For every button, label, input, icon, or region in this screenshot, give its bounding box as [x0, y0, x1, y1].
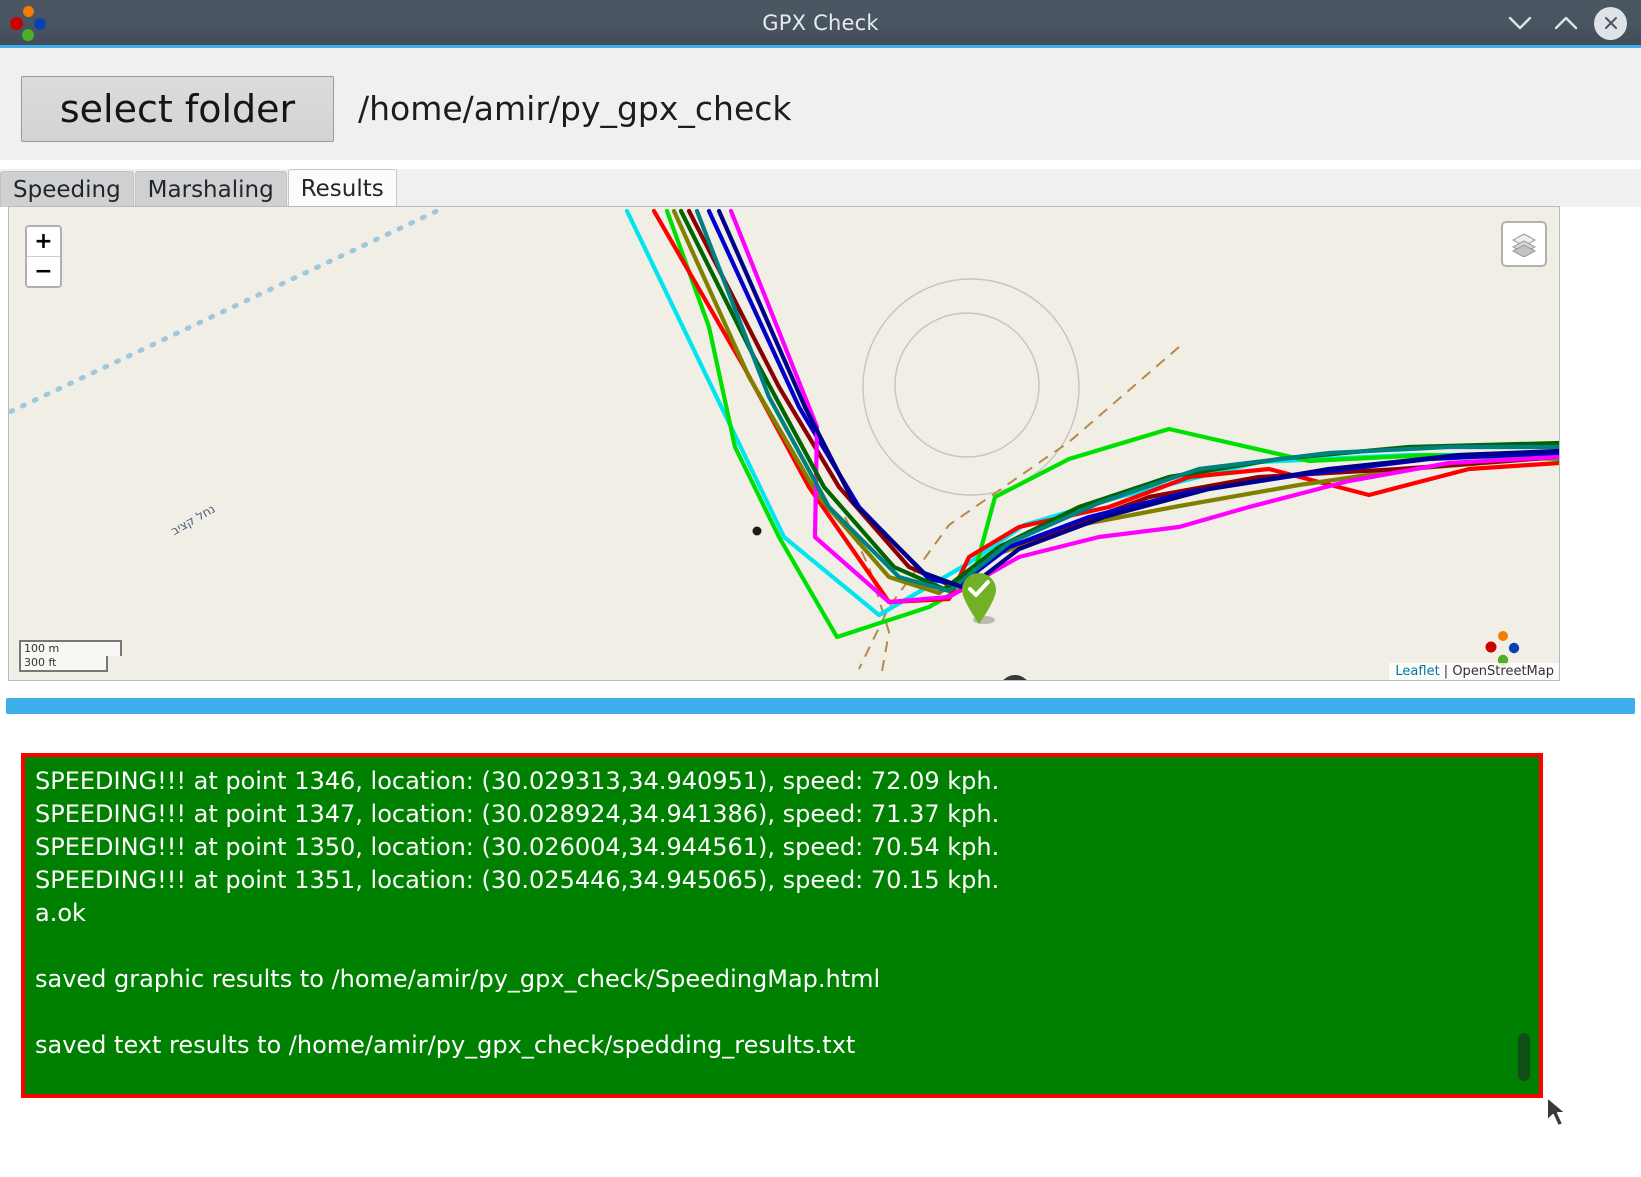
- map-tracks-canvas: [9, 207, 1559, 680]
- scale-metric-label: 100 m: [19, 640, 122, 656]
- tab-results[interactable]: Results: [287, 169, 397, 207]
- attribution-separator: |: [1439, 664, 1453, 679]
- window-title: GPX Check: [762, 11, 879, 35]
- progress-bar: [6, 698, 1635, 714]
- chevron-down-icon: [1508, 16, 1532, 30]
- close-button[interactable]: [1594, 6, 1627, 40]
- checkpoint-marker[interactable]: [957, 570, 1001, 626]
- select-folder-button[interactable]: select folder: [21, 76, 334, 142]
- app-dots-icon: [8, 4, 48, 42]
- map-layers-button[interactable]: [1501, 221, 1547, 267]
- results-console-text: SPEEDING!!! at point 1346, location: (30…: [35, 767, 1000, 1059]
- zoom-out-button[interactable]: −: [27, 257, 60, 286]
- zoom-in-button[interactable]: +: [27, 227, 60, 257]
- folder-path-label: /home/amir/py_gpx_check: [358, 89, 792, 128]
- osm-attribution-label[interactable]: OpenStreetMap: [1452, 664, 1554, 679]
- window-titlebar: GPX Check: [0, 0, 1641, 46]
- results-console-scrollbar-thumb[interactable]: [1518, 1033, 1530, 1081]
- tab-speeding[interactable]: Speeding: [0, 171, 134, 207]
- layers-stack-icon: [1511, 233, 1537, 257]
- leaflet-link[interactable]: Leaflet: [1395, 664, 1439, 679]
- progress-bar-fill: [6, 698, 1635, 714]
- maximize-button[interactable]: [1548, 5, 1584, 41]
- results-console[interactable]: SPEEDING!!! at point 1346, location: (30…: [21, 753, 1543, 1098]
- map-zoom-control[interactable]: + −: [25, 225, 62, 288]
- toolbar: select folder /home/amir/py_gpx_check: [0, 48, 1641, 160]
- chevron-up-icon: [1554, 16, 1578, 30]
- map-panel[interactable]: נחל קציב + − 100 m 300 ft Leaflet | Open…: [8, 206, 1560, 681]
- map-attribution: Leaflet | OpenStreetMap: [1389, 663, 1559, 680]
- minimize-button[interactable]: [1502, 5, 1538, 41]
- camera-marker[interactable]: [994, 672, 1036, 681]
- close-x-icon: [1604, 17, 1617, 29]
- map-scale-bar: 100 m 300 ft: [19, 640, 122, 672]
- tab-marshaling[interactable]: Marshaling: [134, 171, 287, 207]
- scale-imperial-label: 300 ft: [19, 656, 108, 672]
- window-controls: [1502, 0, 1631, 46]
- map-dots-logo-icon: [1485, 631, 1520, 666]
- tab-bar: Speeding Marshaling Results: [0, 169, 1641, 207]
- mouse-cursor: [1546, 1096, 1567, 1127]
